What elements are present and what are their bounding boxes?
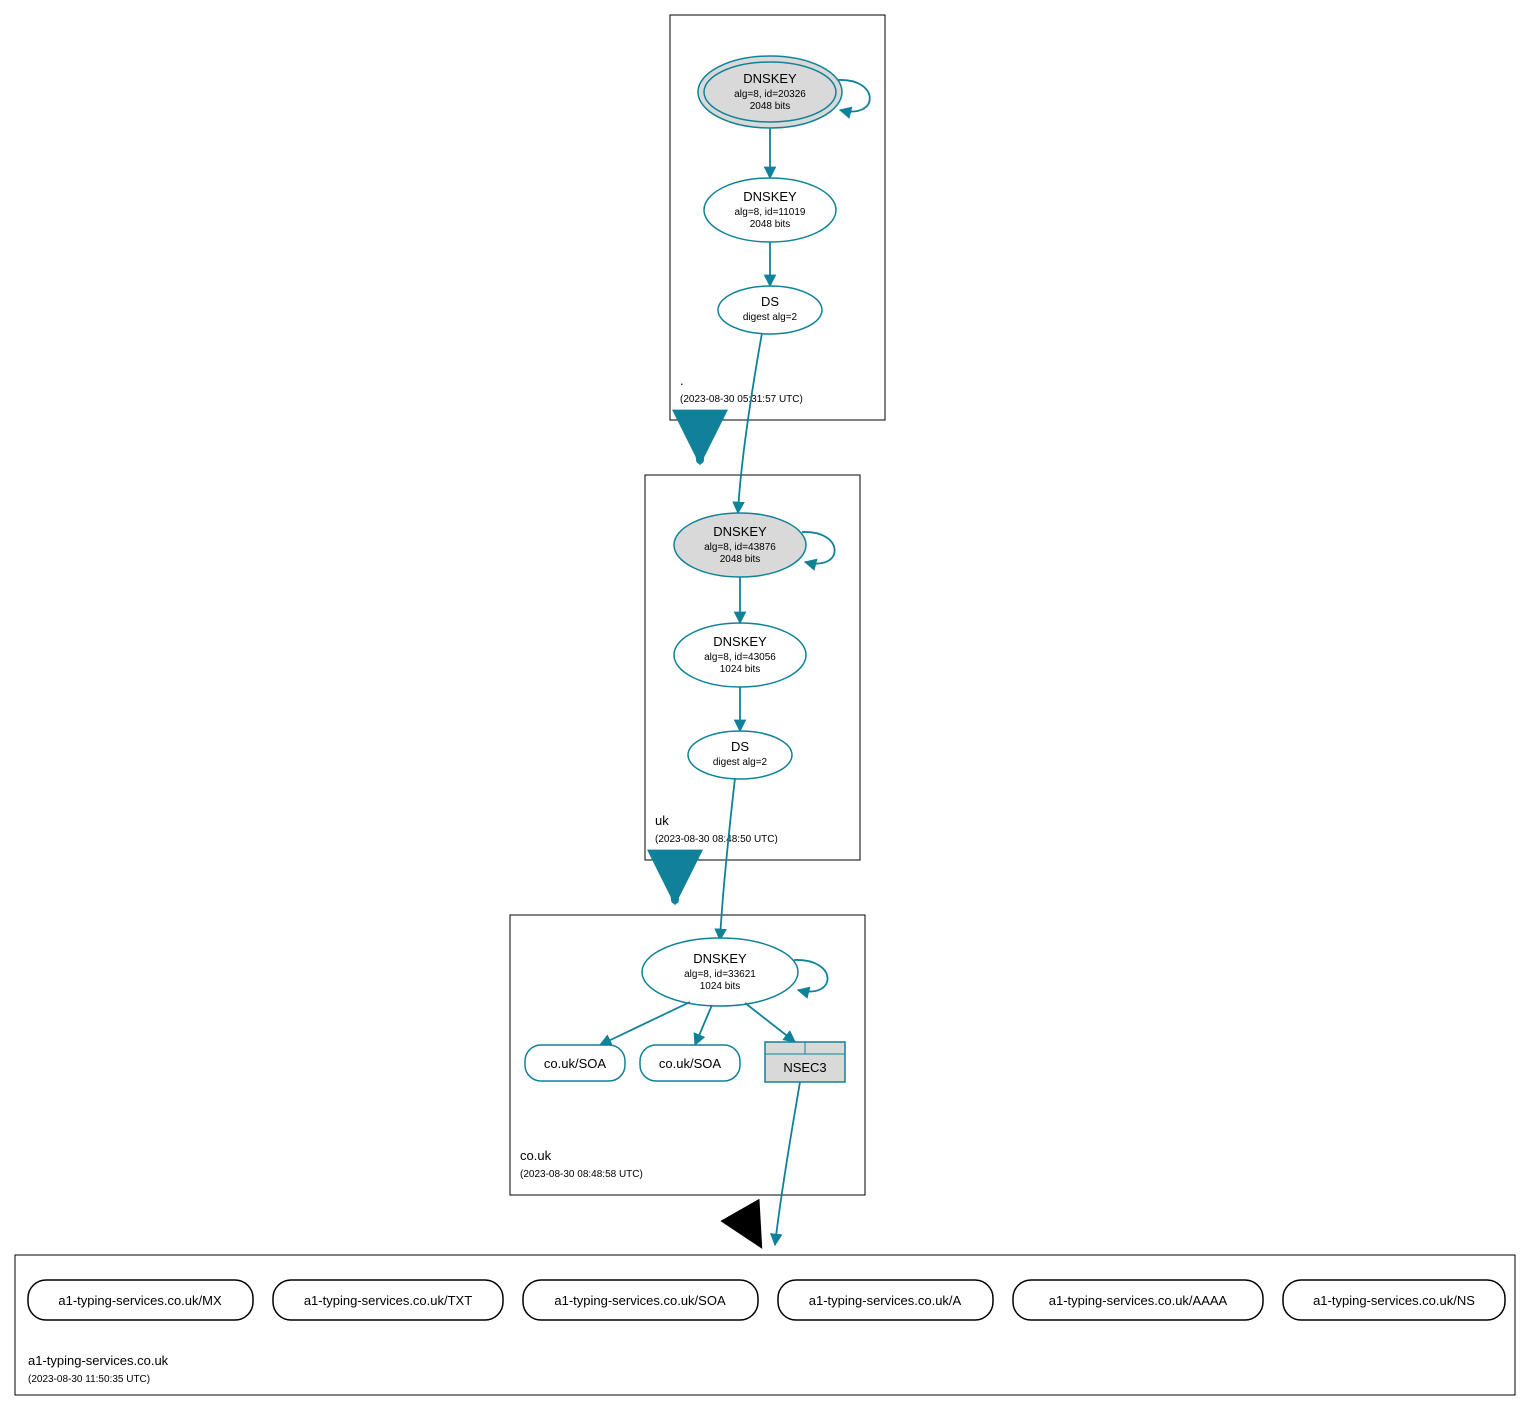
- zone-root: . (2023-08-30 05:31:57 UTC) DNSKEY alg=8…: [670, 15, 885, 420]
- node-leaf-txt: a1-typing-services.co.uk/TXT: [273, 1280, 503, 1320]
- node-leaf-mx: a1-typing-services.co.uk/MX: [28, 1280, 253, 1320]
- svg-text:a1-typing-services.co.uk/NS: a1-typing-services.co.uk/NS: [1313, 1293, 1475, 1308]
- node-uk-zsk: DNSKEY alg=8, id=43056 1024 bits: [674, 623, 806, 687]
- self-loop-couk-key: [794, 960, 828, 992]
- node-leaf-aaaa: a1-typing-services.co.uk/AAAA: [1013, 1280, 1263, 1320]
- node-couk-key: DNSKEY alg=8, id=33621 1024 bits: [642, 938, 798, 1006]
- node-couk-soa1: co.uk/SOA: [525, 1045, 625, 1081]
- self-loop-uk-ksk: [802, 532, 835, 564]
- zone-uk: uk (2023-08-30 08:48:50 UTC) DNSKEY alg=…: [645, 333, 860, 860]
- edge-nsec3-leaf: [775, 1082, 800, 1245]
- svg-text:NSEC3: NSEC3: [783, 1060, 826, 1075]
- svg-text:a1-typing-services.co.uk/MX: a1-typing-services.co.uk/MX: [58, 1293, 222, 1308]
- svg-text:a1-typing-services.co.uk/TXT: a1-typing-services.co.uk/TXT: [304, 1293, 472, 1308]
- zone-uk-label: uk: [655, 813, 669, 828]
- node-leaf-soa: a1-typing-services.co.uk/SOA: [523, 1280, 758, 1320]
- dnssec-graph: . (2023-08-30 05:31:57 UTC) DNSKEY alg=8…: [0, 0, 1532, 1403]
- svg-text:co.uk/SOA: co.uk/SOA: [544, 1056, 606, 1071]
- svg-text:2048 bits: 2048 bits: [750, 101, 791, 112]
- edge-coukkey-soa1: [600, 1002, 690, 1045]
- zone-uk-ts: (2023-08-30 08:48:50 UTC): [655, 834, 778, 845]
- svg-text:2048 bits: 2048 bits: [750, 219, 791, 230]
- zone-hop-uk-couk: [665, 875, 675, 900]
- node-uk-ds: DS digest alg=2: [688, 731, 792, 779]
- svg-text:DNSKEY: DNSKEY: [743, 71, 797, 86]
- svg-text:alg=8, id=20326: alg=8, id=20326: [734, 89, 806, 100]
- svg-text:alg=8, id=33621: alg=8, id=33621: [684, 969, 756, 980]
- edge-coukkey-nsec: [745, 1003, 795, 1042]
- svg-text:DNSKEY: DNSKEY: [693, 951, 747, 966]
- zone-root-ts: (2023-08-30 05:31:57 UTC): [680, 394, 803, 405]
- edge-ukds-coukkey: [720, 778, 735, 940]
- edge-rootds-ukksk: [738, 333, 762, 513]
- svg-text:2048 bits: 2048 bits: [720, 554, 761, 565]
- node-root-zsk: DNSKEY alg=8, id=11019 2048 bits: [704, 178, 836, 242]
- zone-leaf: a1-typing-services.co.uk (2023-08-30 11:…: [15, 1255, 1515, 1395]
- zone-leaf-label: a1-typing-services.co.uk: [28, 1353, 169, 1368]
- svg-text:a1-typing-services.co.uk/SOA: a1-typing-services.co.uk/SOA: [554, 1293, 726, 1308]
- svg-text:co.uk/SOA: co.uk/SOA: [659, 1056, 721, 1071]
- zone-hop-root-uk: [690, 435, 700, 460]
- zone-root-label: .: [680, 373, 684, 388]
- node-root-ksk: DNSKEY alg=8, id=20326 2048 bits: [698, 56, 842, 128]
- svg-text:digest alg=2: digest alg=2: [713, 757, 768, 768]
- zone-couk-ts: (2023-08-30 08:48:58 UTC): [520, 1169, 643, 1180]
- svg-text:1024 bits: 1024 bits: [720, 664, 761, 675]
- svg-text:1024 bits: 1024 bits: [700, 981, 741, 992]
- zone-couk-label: co.uk: [520, 1148, 552, 1163]
- zone-hop-couk-leaf-black: [740, 1210, 760, 1245]
- svg-text:DS: DS: [731, 739, 749, 754]
- node-leaf-a: a1-typing-services.co.uk/A: [778, 1280, 993, 1320]
- svg-text:alg=8, id=11019: alg=8, id=11019: [735, 207, 806, 218]
- self-loop-root-ksk: [838, 80, 870, 112]
- svg-text:a1-typing-services.co.uk/A: a1-typing-services.co.uk/A: [809, 1293, 962, 1308]
- zone-leaf-ts: (2023-08-30 11:50:35 UTC): [28, 1374, 150, 1385]
- svg-text:DNSKEY: DNSKEY: [713, 524, 767, 539]
- svg-text:DNSKEY: DNSKEY: [743, 189, 797, 204]
- node-uk-ksk: DNSKEY alg=8, id=43876 2048 bits: [674, 513, 806, 577]
- svg-text:DNSKEY: DNSKEY: [713, 634, 767, 649]
- node-root-ds: DS digest alg=2: [718, 286, 822, 334]
- svg-text:digest alg=2: digest alg=2: [743, 312, 798, 323]
- svg-text:DS: DS: [761, 294, 779, 309]
- node-couk-nsec3: NSEC3: [765, 1042, 845, 1082]
- svg-text:a1-typing-services.co.uk/AAAA: a1-typing-services.co.uk/AAAA: [1049, 1293, 1228, 1308]
- node-leaf-ns: a1-typing-services.co.uk/NS: [1283, 1280, 1505, 1320]
- svg-text:alg=8, id=43056: alg=8, id=43056: [704, 652, 776, 663]
- svg-text:alg=8, id=43876: alg=8, id=43876: [704, 542, 776, 553]
- edge-coukkey-soa2: [695, 1005, 712, 1045]
- node-couk-soa2: co.uk/SOA: [640, 1045, 740, 1081]
